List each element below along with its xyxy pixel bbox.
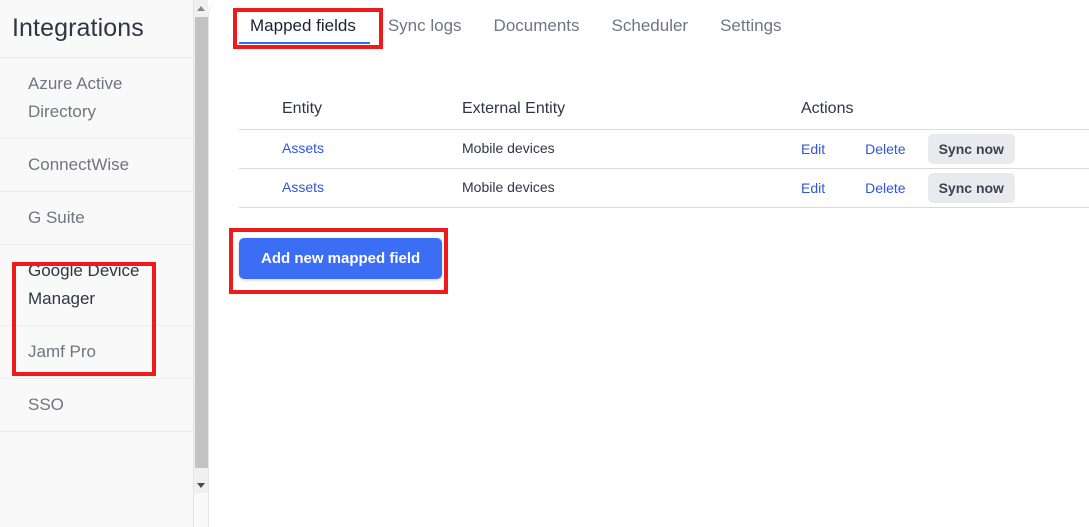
sync-now-button[interactable]: Sync now xyxy=(927,173,1015,203)
add-new-mapped-field-button[interactable]: Add new mapped field xyxy=(239,238,443,279)
tab-label: Mapped fields xyxy=(250,16,356,35)
tab-documents[interactable]: Documents xyxy=(478,14,596,44)
external-entity-value: Mobile devices xyxy=(462,140,555,156)
triangle-up-icon xyxy=(197,5,205,11)
sidebar-item-label: ConnectWise xyxy=(28,155,130,174)
sidebar-item-label: Google Device Manager xyxy=(28,261,140,308)
tab-sync-logs[interactable]: Sync logs xyxy=(372,14,478,44)
triangle-down-icon xyxy=(197,482,205,488)
scroll-up-button[interactable] xyxy=(194,0,208,16)
tab-scheduler[interactable]: Scheduler xyxy=(596,14,705,44)
tab-label: Settings xyxy=(720,16,782,35)
table-row: Assets Mobile devices Edit Delete Sync n… xyxy=(239,169,1089,208)
column-header-actions: Actions xyxy=(801,99,854,117)
entity-link[interactable]: Assets xyxy=(282,179,324,195)
mapped-fields-table: Entity External Entity Actions Assets Mo… xyxy=(239,88,1089,208)
tab-mapped-fields[interactable]: Mapped fields xyxy=(234,14,372,44)
sync-now-button[interactable]: Sync now xyxy=(927,134,1015,164)
table-header-row: Entity External Entity Actions xyxy=(239,88,1089,130)
table-row: Assets Mobile devices Edit Delete Sync n… xyxy=(239,130,1089,169)
sidebar-item-google-device-manager[interactable]: Google Device Manager xyxy=(0,245,193,326)
tab-label: Documents xyxy=(493,16,580,35)
column-header-entity: Entity xyxy=(282,99,323,117)
edit-link[interactable]: Edit xyxy=(801,180,825,196)
column-header-external-entity: External Entity xyxy=(462,99,566,117)
external-entity-value: Mobile devices xyxy=(462,179,555,195)
delete-link[interactable]: Delete xyxy=(865,141,905,157)
sidebar-title: Integrations xyxy=(12,14,144,42)
scrollbar-thumb[interactable] xyxy=(195,17,208,468)
sidebar-item-azure-active-directory[interactable]: Azure Active Directory xyxy=(0,57,193,139)
integrations-page: Integrations Azure Active Directory Conn… xyxy=(0,0,1089,527)
sidebar-item-label: Azure Active Directory xyxy=(28,74,123,121)
sidebar-item-jamf-pro[interactable]: Jamf Pro xyxy=(0,326,193,379)
sidebar: Integrations Azure Active Directory Conn… xyxy=(0,0,193,527)
edit-link[interactable]: Edit xyxy=(801,141,825,157)
tab-bar: Mapped fields Sync logs Documents Schedu… xyxy=(234,14,798,44)
sidebar-item-connectwise[interactable]: ConnectWise xyxy=(0,139,193,192)
tab-settings[interactable]: Settings xyxy=(704,14,797,44)
sidebar-item-label: SSO xyxy=(28,395,64,414)
tab-label: Sync logs xyxy=(387,16,462,35)
tab-label: Scheduler xyxy=(611,16,689,35)
sidebar-scrollbar-tail xyxy=(193,493,208,527)
scroll-down-button[interactable] xyxy=(194,477,208,493)
sidebar-item-label: G Suite xyxy=(28,208,85,227)
sidebar-item-sso[interactable]: SSO xyxy=(0,379,193,432)
sidebar-item-g-suite[interactable]: G Suite xyxy=(0,192,193,245)
sidebar-item-label: Jamf Pro xyxy=(28,342,97,361)
delete-link[interactable]: Delete xyxy=(865,180,905,196)
sidebar-scrollbar[interactable] xyxy=(193,0,208,493)
entity-link[interactable]: Assets xyxy=(282,140,324,156)
